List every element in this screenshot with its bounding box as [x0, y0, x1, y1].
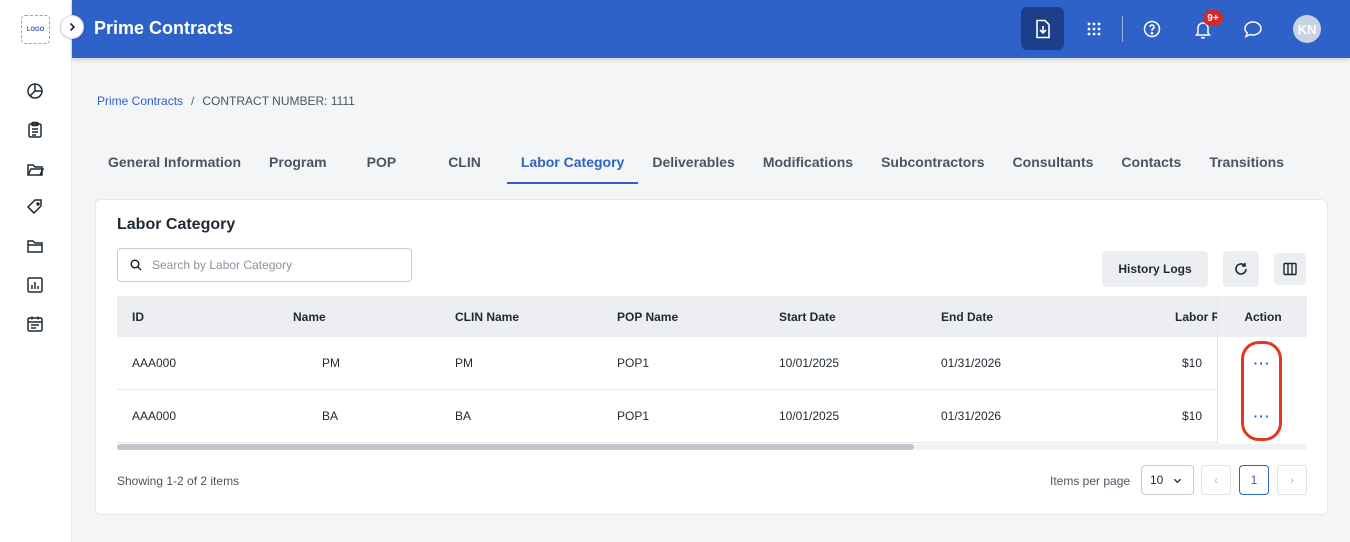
tab-modifications[interactable]: Modifications — [749, 148, 867, 184]
pie-chart-icon[interactable] — [25, 81, 45, 101]
notification-badge: 9+ — [1203, 10, 1223, 26]
column-header-name[interactable]: Name — [293, 310, 326, 324]
cell-name: BA — [322, 409, 339, 423]
clipboard-icon[interactable] — [25, 120, 45, 140]
calendar-icon[interactable] — [25, 314, 45, 334]
breadcrumb-link-prime-contracts[interactable]: Prime Contracts — [97, 94, 183, 108]
history-logs-button[interactable]: History Logs — [1102, 251, 1208, 287]
logo: LOGO — [21, 15, 50, 44]
columns-icon — [1283, 262, 1297, 276]
bar-chart-icon[interactable] — [25, 275, 45, 295]
items-per-page-value: 10 — [1150, 473, 1164, 487]
column-header-pop-name[interactable]: POP Name — [617, 310, 678, 324]
row-actions-button[interactable]: ··· — [1252, 406, 1272, 426]
labor-category-card: Labor Category History Logs ID Name CLIN… — [95, 199, 1328, 515]
table-row[interactable]: AAA000 BA BA POP1 10/01/2025 01/31/2026 … — [117, 390, 1307, 443]
tab-general-information[interactable]: General Information — [94, 148, 255, 184]
download-file-icon — [1035, 19, 1050, 38]
horizontal-scrollbar[interactable] — [117, 444, 1307, 450]
apps-grid-icon — [1087, 22, 1100, 35]
avatar[interactable]: KN — [1293, 15, 1321, 43]
cell-end-date: 01/31/2026 — [941, 409, 1002, 423]
tab-subcontractors[interactable]: Subcontractors — [867, 148, 998, 184]
apps-grid-button[interactable] — [1072, 7, 1115, 50]
cell-name: PM — [322, 356, 340, 370]
help-button[interactable] — [1130, 7, 1173, 50]
items-per-page-label: Items per page — [1050, 474, 1131, 488]
column-settings-button[interactable] — [1274, 253, 1306, 285]
tab-labor-category[interactable]: Labor Category — [506, 148, 639, 184]
table-header-row: ID Name CLIN Name POP Name Start Date En… — [117, 296, 1307, 337]
cell-start-date: 10/01/2025 — [779, 409, 840, 423]
table-row[interactable]: AAA000 PM PM POP1 10/01/2025 01/31/2026 … — [117, 337, 1307, 390]
column-header-end-date[interactable]: End Date — [941, 310, 993, 324]
sidebar: LOGO — [0, 0, 72, 542]
tab-consultants[interactable]: Consultants — [999, 148, 1108, 184]
chevron-down-icon — [1174, 478, 1182, 483]
header-divider — [1122, 16, 1123, 42]
top-header: Prime Contracts 9+ KN — [72, 0, 1350, 58]
breadcrumb-separator: / — [191, 94, 195, 108]
search-input[interactable] — [152, 258, 392, 272]
tab-deliverables[interactable]: Deliverables — [638, 148, 749, 184]
search-box[interactable] — [117, 248, 412, 282]
cell-id: AAA000 — [132, 356, 177, 370]
tab-program[interactable]: Program — [255, 148, 341, 184]
app-title: Prime Contracts — [94, 18, 234, 38]
items-per-page-select[interactable]: 10 — [1141, 465, 1194, 495]
folder-icon[interactable] — [25, 236, 45, 256]
column-header-start-date[interactable]: Start Date — [779, 310, 836, 324]
tab-bar: General Information Program POP CLIN Lab… — [94, 148, 1298, 184]
card-title: Labor Category — [117, 216, 236, 233]
cell-pop-name: POP1 — [617, 356, 650, 370]
column-header-id[interactable]: ID — [132, 310, 144, 324]
page-button-1[interactable]: 1 — [1239, 465, 1269, 495]
tab-transitions[interactable]: Transitions — [1195, 148, 1298, 184]
cell-labor-rate: $10 — [1182, 356, 1203, 370]
breadcrumb-current: CONTRACT NUMBER: 1111 — [202, 94, 355, 108]
cell-pop-name: POP1 — [617, 409, 650, 423]
cell-end-date: 01/31/2026 — [941, 356, 1002, 370]
cell-clin-name: BA — [455, 409, 472, 423]
sidebar-toggle-button[interactable] — [60, 15, 84, 39]
column-header-clin-name[interactable]: CLIN Name — [455, 310, 519, 324]
tab-contacts[interactable]: Contacts — [1107, 148, 1195, 184]
prev-page-button[interactable]: ‹ — [1201, 465, 1231, 495]
labor-category-table: ID Name CLIN Name POP Name Start Date En… — [117, 296, 1307, 452]
cell-clin-name: PM — [455, 356, 473, 370]
refresh-button[interactable] — [1223, 251, 1259, 287]
row-actions-button[interactable]: ··· — [1252, 353, 1272, 373]
breadcrumb: Prime Contracts / CONTRACT NUMBER: 1111 — [97, 94, 355, 108]
folder-open-icon[interactable] — [25, 159, 45, 179]
cell-labor-rate: $10 — [1182, 409, 1203, 423]
help-icon — [1143, 20, 1160, 37]
refresh-icon — [1235, 263, 1247, 275]
pagination-summary: Showing 1-2 of 2 items — [117, 474, 240, 488]
search-icon — [130, 259, 142, 271]
tags-icon[interactable] — [25, 197, 45, 217]
download-file-button[interactable] — [1021, 7, 1064, 50]
scrollbar-thumb[interactable] — [117, 444, 914, 450]
tab-pop[interactable]: POP — [341, 148, 423, 184]
cell-start-date: 10/01/2025 — [779, 356, 840, 370]
chat-button[interactable] — [1231, 7, 1274, 50]
tab-clin[interactable]: CLIN — [422, 148, 507, 184]
cell-id: AAA000 — [132, 409, 177, 423]
next-page-button[interactable]: › — [1277, 465, 1307, 495]
column-header-action: Action — [1218, 296, 1307, 337]
chevron-right-icon — [69, 22, 76, 32]
action-column: Action ··· ··· — [1217, 296, 1307, 444]
chat-icon — [1243, 20, 1262, 38]
